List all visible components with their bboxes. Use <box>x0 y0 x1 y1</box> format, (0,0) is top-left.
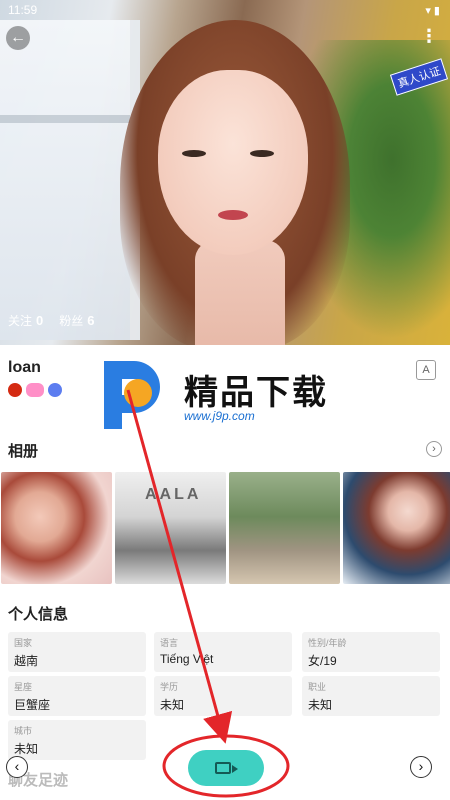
translate-icon: A <box>422 364 430 376</box>
album-section-title: 相册 <box>8 443 39 460</box>
hero-window <box>0 20 140 340</box>
watermark-url: www.j9p.com <box>184 409 255 423</box>
arrow-left-icon: ← <box>10 29 26 46</box>
translate-button[interactable]: A <box>416 360 436 380</box>
shield-verified-icon <box>48 383 62 397</box>
next-profile-button[interactable]: › <box>410 756 432 778</box>
watermark-logo-icon <box>104 361 160 429</box>
info-zodiac: 星座 巨蟹座 <box>8 676 146 716</box>
follow-stats: 关注 0 粉丝 6 <box>8 312 95 329</box>
vietnam-flag-icon <box>8 383 22 397</box>
chevron-left-icon: ‹ <box>14 758 20 774</box>
album-photo[interactable] <box>343 472 450 584</box>
info-language: 语言 Tiếng Việt <box>154 632 292 672</box>
back-button[interactable]: ← <box>6 26 30 50</box>
fans-stat[interactable]: 粉丝 6 <box>59 312 94 329</box>
info-gender-age: 性别/年龄 女/19 <box>302 632 440 672</box>
album-photo[interactable]: AALA <box>115 472 226 584</box>
info-city: 城市 未知 <box>8 720 146 760</box>
chat-badge-icon <box>26 383 44 397</box>
personal-info-title: 个人信息 <box>8 606 69 623</box>
chevron-right-icon: › <box>418 758 424 774</box>
username: loan <box>8 359 41 376</box>
more-vertical-icon: ⋮ <box>420 26 438 46</box>
album-more-button[interactable]: › <box>426 441 442 457</box>
info-education: 学历 未知 <box>154 676 292 716</box>
video-camera-icon <box>215 762 238 774</box>
chevron-right-icon: › <box>432 443 436 455</box>
album-photo[interactable] <box>229 472 340 584</box>
watermark-title: 精品下载 <box>184 373 328 413</box>
video-call-button[interactable] <box>188 750 264 786</box>
profile-hero-photo[interactable] <box>0 0 450 345</box>
hero-neck <box>195 240 285 345</box>
more-menu-button[interactable]: ⋮ <box>420 24 438 48</box>
profile-card: loan A 精品下载 www.j9p.com 相册 › AALA 个人信息 国… <box>0 345 450 800</box>
user-badges <box>8 383 62 397</box>
info-country: 国家 越南 <box>8 632 146 672</box>
status-icons: ▾ ▮ <box>425 5 440 17</box>
photo-sign-text: AALA <box>145 486 202 503</box>
info-occupation: 职业 未知 <box>302 676 440 716</box>
album-photos: AALA <box>1 472 450 584</box>
previous-profile-button[interactable]: ‹ <box>6 756 28 778</box>
status-time: 11:59 <box>8 3 38 17</box>
following-stat[interactable]: 关注 0 <box>8 312 43 329</box>
hero-face <box>158 70 308 255</box>
site-watermark: 精品下载 www.j9p.com <box>96 355 356 435</box>
album-photo[interactable] <box>1 472 112 584</box>
